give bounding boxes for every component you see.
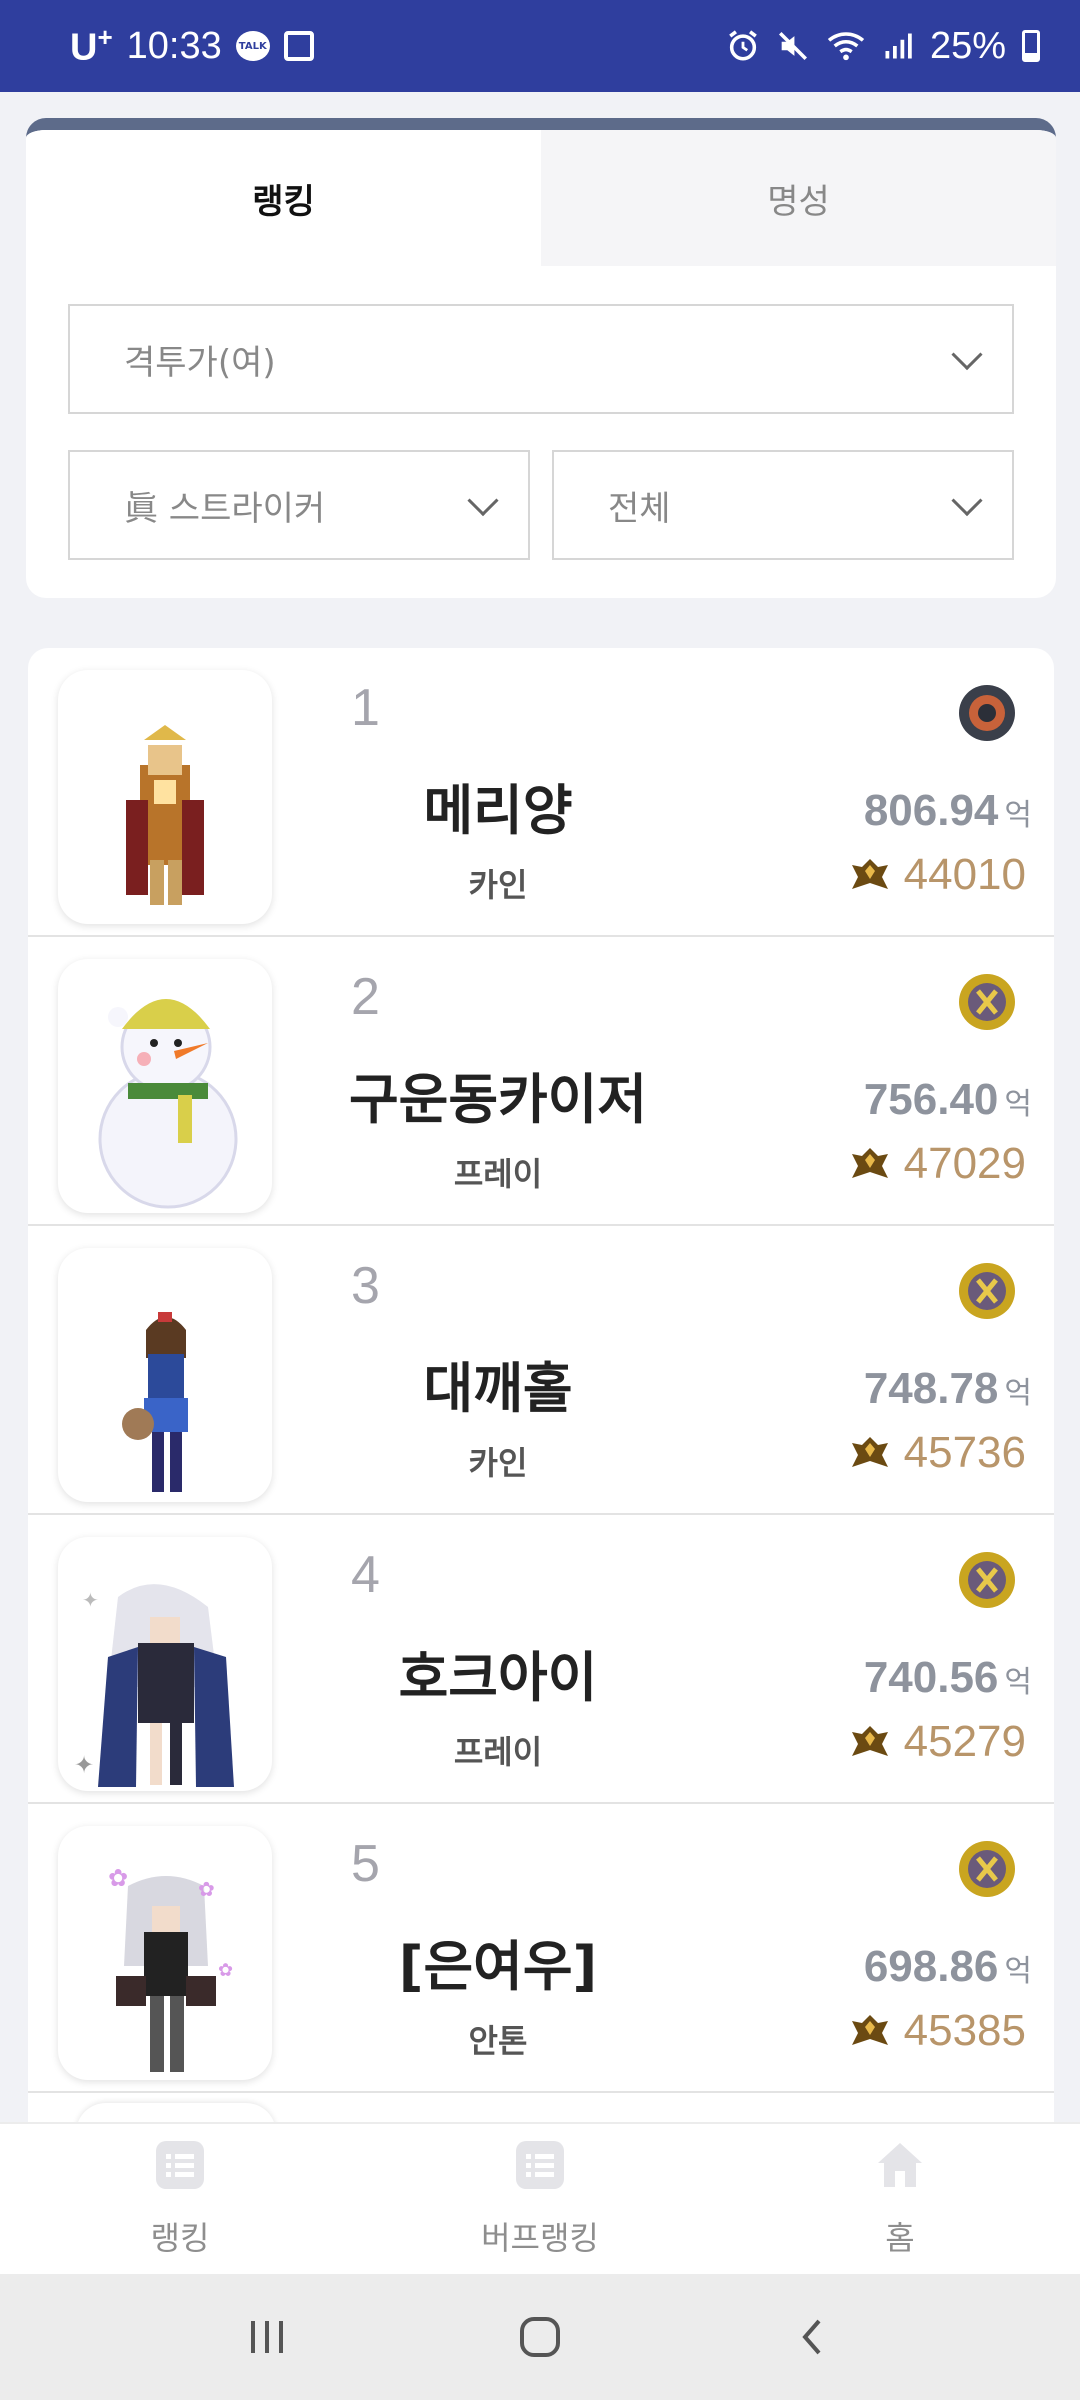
svg-text:✦: ✦ [74, 1751, 94, 1779]
character-sprite [122, 1312, 188, 1492]
scope-select-value: 전체 [608, 488, 671, 529]
list-icon [156, 2141, 204, 2189]
server-name: 프레이 [453, 1733, 543, 1771]
next-avatar-partial [76, 2103, 276, 2123]
svg-text:✦: ✦ [82, 1588, 99, 1612]
character-name: [은여우] [398, 1935, 598, 1998]
server-badge-icon [959, 685, 1015, 741]
home-button[interactable] [510, 2307, 570, 2367]
ranking-row[interactable]: 3 대깨홀 카인 748.78 억 45736 [28, 1226, 1054, 1515]
carrier-label: U+ [70, 22, 113, 69]
home-icon [878, 2143, 922, 2187]
fame-value: 45385 [850, 2006, 1026, 2056]
fame-crest-icon [851, 1148, 888, 1178]
server-name: 카인 [468, 866, 528, 904]
chevron-down-icon [951, 339, 983, 371]
kakaotalk-notification-icon: TALK [235, 31, 270, 61]
ranking-row[interactable]: 2 구운동카이저 프레이 756.40 억 47029 [28, 937, 1054, 1226]
clock: 10:33 [126, 24, 222, 67]
chevron-down-icon [467, 485, 499, 517]
bottom-nav: 랭킹 버프랭킹 홈 [0, 2122, 1080, 2274]
svg-text:✿: ✿ [198, 1877, 215, 1901]
fame-crest-icon [851, 2015, 888, 2045]
fame-value: 45736 [850, 1428, 1026, 1478]
character-name: 호크아이 [398, 1646, 598, 1709]
fame-crest-icon [851, 859, 888, 889]
server-badge-icon [959, 1841, 1015, 1897]
nav-ranking[interactable]: 랭킹 [0, 2124, 360, 2274]
svg-text:✿: ✿ [108, 1864, 128, 1892]
character-avatar: ✿ ✿ ✿ [58, 1826, 272, 2080]
nav-home-label: 홈 [885, 2219, 915, 2257]
rank-number: 2 [351, 968, 380, 1026]
wifi-icon [827, 32, 865, 61]
character-name: 구운동카이저 [348, 1068, 648, 1131]
ranking-row[interactable]: ✿ ✿ ✿ 5 [은여우] 안톤 698.86 억 45385 [28, 1804, 1054, 2093]
fame-crest-icon [851, 1726, 888, 1756]
tab-ranking[interactable]: 랭킹 [26, 130, 541, 266]
class-select[interactable]: 격투가(여) [68, 304, 1014, 414]
gallery-notification-icon [283, 31, 314, 61]
fame-value: 47029 [850, 1139, 1026, 1189]
filter-card: 랭킹 명성 격투가(여) 眞 스트라이커 전체 [26, 118, 1056, 598]
server-name: 안톤 [468, 2022, 528, 2060]
status-bar: U+ 10:33 TALK 25% [0, 0, 1080, 92]
system-nav-bar [0, 2274, 1080, 2400]
signal-icon [885, 33, 912, 59]
damage-value: 698.86 억 [863, 1942, 1032, 1991]
rank-number: 3 [351, 1257, 380, 1315]
subclass-select-value: 眞 스트라이커 [124, 488, 326, 529]
ranking-list: 1 메리양 카인 806.94 억 44010 2 구운동카이저 프레이 756… [28, 648, 1054, 2123]
character-name: 대깨홀 [423, 1357, 573, 1420]
server-name: 카인 [468, 1444, 528, 1482]
rank-number: 4 [351, 1546, 380, 1604]
back-icon [802, 2319, 821, 2355]
nav-buff-ranking-label: 버프랭킹 [481, 2219, 599, 2257]
tab-bar: 랭킹 명성 [26, 130, 1056, 266]
recents-button[interactable] [237, 2307, 297, 2367]
recents-icon [250, 2321, 283, 2353]
character-sprite [126, 725, 204, 905]
alarm-icon [729, 30, 757, 61]
server-badge-icon [959, 974, 1015, 1030]
rank-number: 1 [351, 679, 380, 737]
fame-value: 44010 [850, 850, 1026, 900]
class-select-value: 격투가(여) [124, 342, 276, 383]
character-sprite: ✿ ✿ ✿ [108, 1864, 233, 2072]
nav-home[interactable]: 홈 [720, 2124, 1080, 2274]
character-sprite: ✦ ✦ [74, 1584, 234, 1787]
battery-icon [1022, 30, 1040, 62]
damage-value: 806.94 억 [863, 786, 1032, 835]
character-avatar: ✦ ✦ [58, 1537, 272, 1791]
tab-fame[interactable]: 명성 [541, 130, 1056, 266]
damage-value: 748.78 억 [863, 1364, 1032, 1413]
server-name: 프레이 [453, 1155, 543, 1193]
subclass-select[interactable]: 眞 스트라이커 [68, 450, 530, 560]
server-badge-icon [959, 1263, 1015, 1319]
server-badge-icon [959, 1552, 1015, 1608]
back-button[interactable] [783, 2307, 843, 2367]
damage-value: 756.40 억 [863, 1075, 1032, 1124]
character-name: 메리양 [423, 779, 573, 842]
character-sprite [98, 999, 238, 1209]
character-avatar [58, 1248, 272, 1502]
ranking-row[interactable]: ✦ ✦ 4 호크아이 프레이 740.56 억 45279 [28, 1515, 1054, 1804]
nav-buff-ranking[interactable]: 버프랭킹 [360, 2124, 720, 2274]
svg-text:✿: ✿ [218, 1960, 233, 1981]
character-avatar [58, 959, 272, 1213]
ranking-row[interactable]: 1 메리양 카인 806.94 억 44010 [28, 648, 1054, 937]
fame-crest-icon [851, 1437, 888, 1467]
fame-value: 45279 [850, 1717, 1026, 1767]
list-icon [516, 2141, 564, 2189]
chevron-down-icon [951, 485, 983, 517]
mute-icon [778, 31, 807, 61]
home-circle-icon [519, 2317, 560, 2357]
scope-select[interactable]: 전체 [552, 450, 1014, 560]
damage-value: 740.56 억 [863, 1653, 1032, 1702]
rank-number: 5 [351, 1835, 380, 1893]
character-avatar [58, 670, 272, 924]
nav-ranking-label: 랭킹 [150, 2219, 210, 2257]
battery-percent: 25% [929, 24, 1006, 67]
